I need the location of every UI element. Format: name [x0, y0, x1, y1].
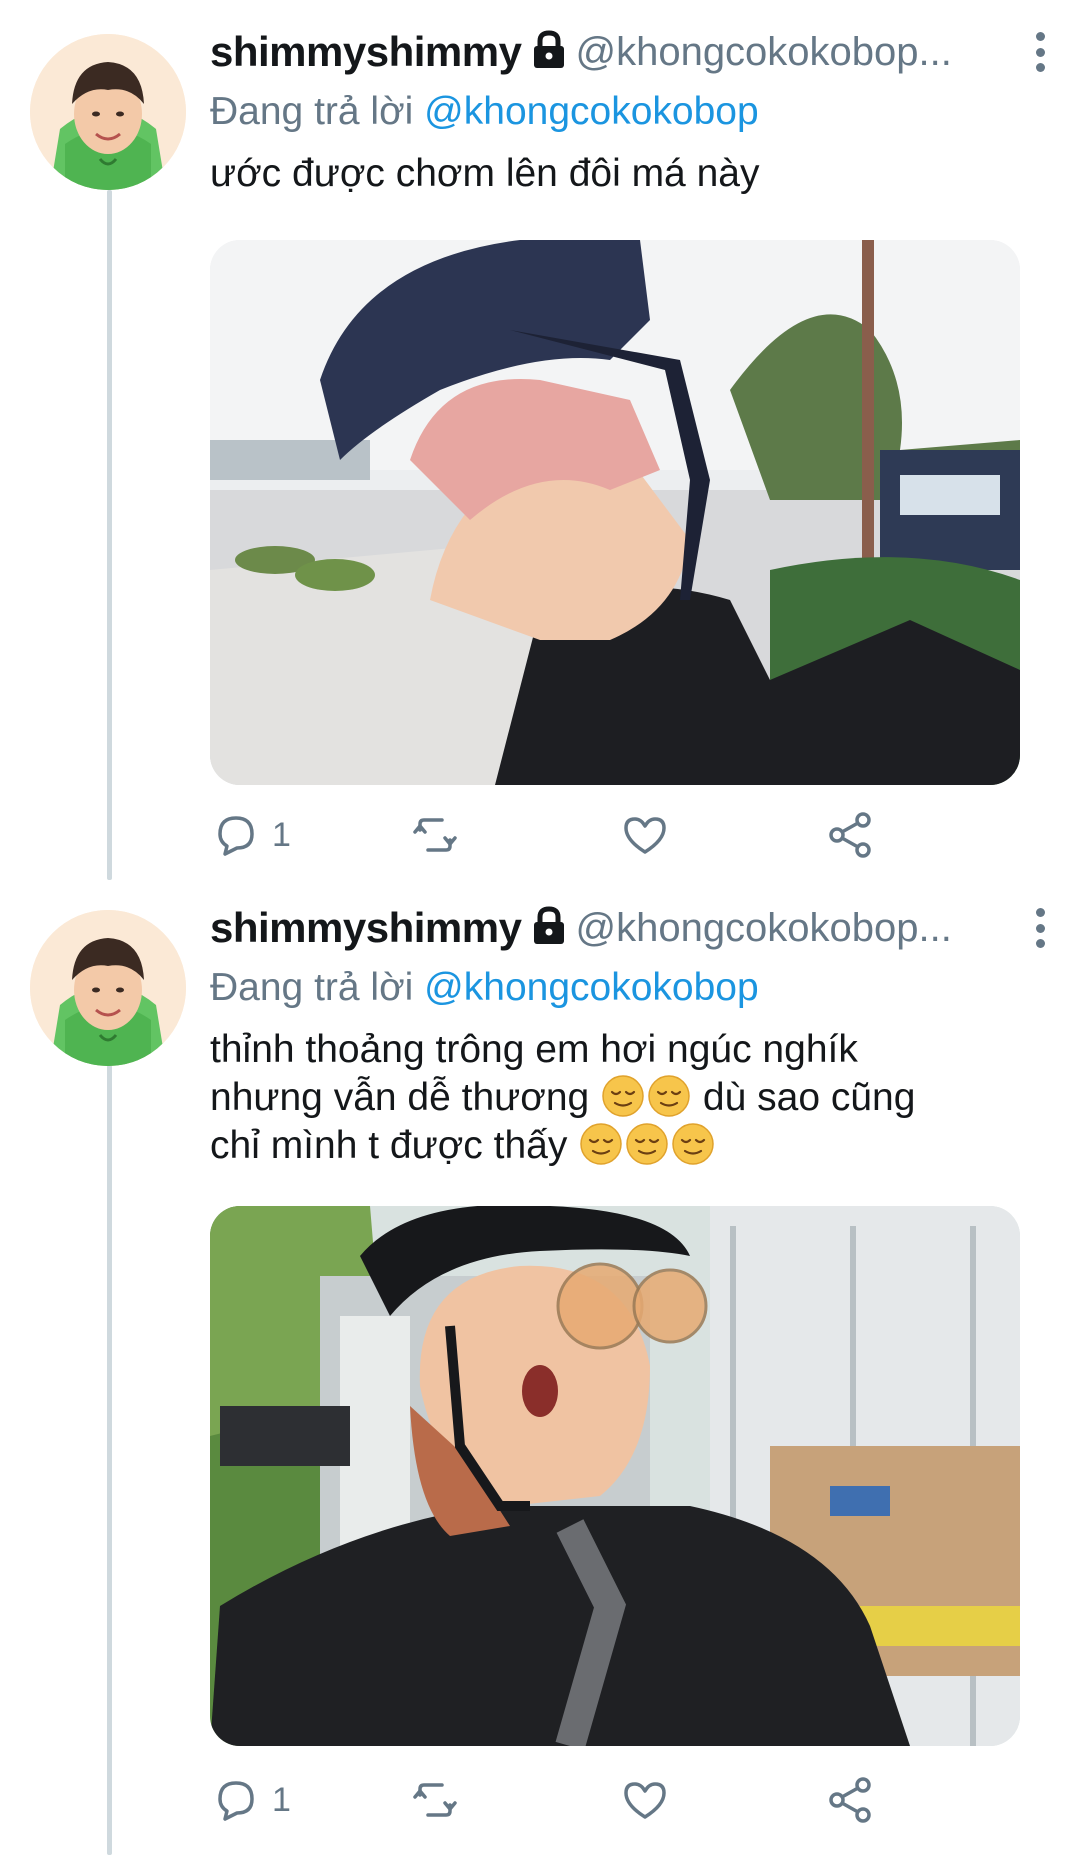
tweet[interactable]: shimmyshimmy @khongcokokobop... Đang trả… — [0, 870, 1080, 1855]
share-icon — [829, 812, 871, 858]
retweet-button[interactable] — [410, 805, 472, 865]
replying-prefix: Đang trả lời — [210, 90, 414, 133]
tweet-text-line: thỉnh thoảng trông em hơi ngúc nghík — [210, 1028, 858, 1071]
more-vertical-icon[interactable] — [1030, 904, 1050, 952]
replying-prefix: Đang trả lời — [210, 966, 414, 1009]
like-button[interactable] — [620, 805, 682, 865]
retweet-icon — [413, 1783, 457, 1817]
share-button[interactable] — [825, 805, 875, 865]
reply-button[interactable]: 1 — [210, 805, 291, 865]
heart-icon — [624, 1782, 666, 1819]
share-button[interactable] — [825, 1770, 875, 1830]
reply-count: 1 — [272, 815, 291, 854]
lock-icon — [531, 906, 567, 946]
tweet[interactable]: shimmyshimmy @khongcokokobop... Đang trả… — [0, 0, 1080, 870]
tweet-text-segment: dù sao cũng — [702, 1076, 916, 1119]
retweet-icon — [413, 818, 457, 852]
replying-to: Đang trả lời @khongcokokobop — [210, 90, 759, 134]
heart-icon — [624, 817, 666, 854]
tweet-header: shimmyshimmy @khongcokokobop... — [210, 22, 1050, 82]
display-name[interactable]: shimmyshimmy — [210, 904, 522, 952]
relieved-face-emoji — [648, 1075, 690, 1117]
mention-link[interactable]: @khongcokokobop — [424, 966, 759, 1009]
avatar[interactable] — [30, 34, 186, 190]
more-vertical-icon[interactable] — [1030, 28, 1050, 76]
tweet-actions: 1 — [210, 1770, 910, 1830]
tweet-image[interactable] — [210, 1206, 1020, 1746]
tweet-text-segment: nhưng vẫn dễ thương — [210, 1076, 590, 1119]
display-name[interactable]: shimmyshimmy — [210, 28, 522, 76]
like-button[interactable] — [620, 1770, 682, 1830]
tweet-text: ước được chơm lên đôi má này — [210, 152, 760, 195]
tweet-text-line: chỉ mình t được thấy — [210, 1122, 1040, 1170]
avatar[interactable] — [30, 910, 186, 1066]
tweet-header: shimmyshimmy @khongcokokobop... — [210, 898, 1050, 958]
mention-link[interactable]: @khongcokokobop — [424, 90, 759, 133]
tweet-text: thỉnh thoảng trông em hơi ngúc nghík như… — [210, 1026, 1040, 1170]
reply-icon — [218, 1781, 254, 1821]
tweet-image[interactable] — [210, 240, 1020, 785]
relieved-face-emoji — [580, 1123, 622, 1165]
lock-icon — [531, 30, 567, 70]
user-handle[interactable]: @khongcokokobop... — [575, 906, 1018, 951]
user-handle[interactable]: @khongcokokobop... — [575, 30, 1018, 75]
tweet-text-segment: chỉ mình t được thấy — [210, 1124, 568, 1167]
tweet-actions: 1 — [210, 805, 910, 865]
tweet-text-line: nhưng vẫn dễ thương dù sao cũng — [210, 1074, 1040, 1122]
relieved-face-emoji — [602, 1075, 644, 1117]
retweet-button[interactable] — [410, 1770, 472, 1830]
relieved-face-emoji — [626, 1123, 668, 1165]
reply-button[interactable]: 1 — [210, 1770, 291, 1830]
reply-count: 1 — [272, 1780, 291, 1819]
reply-icon — [218, 816, 254, 856]
share-icon — [829, 1777, 871, 1823]
relieved-face-emoji — [672, 1123, 714, 1165]
replying-to: Đang trả lời @khongcokokobop — [210, 966, 759, 1010]
